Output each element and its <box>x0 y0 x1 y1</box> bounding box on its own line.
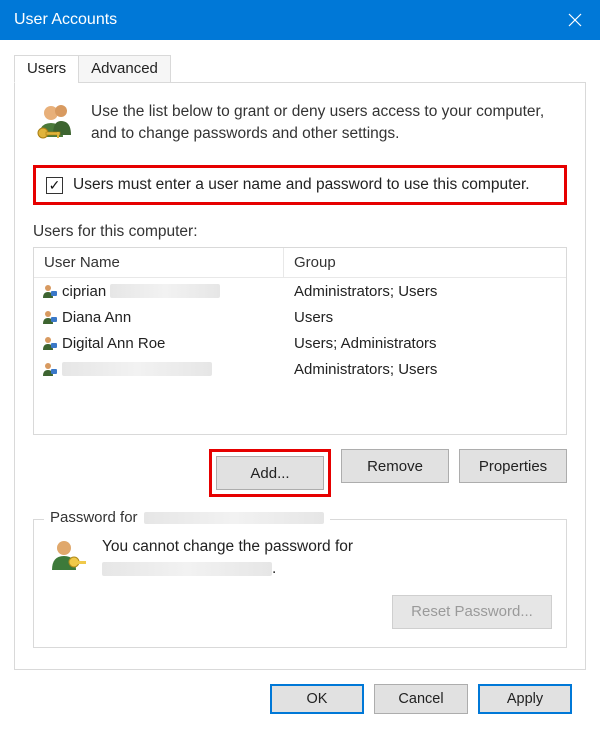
close-icon <box>568 13 582 27</box>
user-group: Administrators; Users <box>284 283 566 300</box>
intro-text: Use the list below to grant or deny user… <box>91 101 567 145</box>
tab-panel-users: Use the list below to grant or deny user… <box>14 82 586 670</box>
require-password-label: Users must enter a user name and passwor… <box>73 176 530 194</box>
user-group: Users <box>284 309 566 326</box>
cancel-button-label: Cancel <box>398 691 443 707</box>
user-group: Administrators; Users <box>284 361 566 378</box>
require-password-checkbox[interactable]: ✓ <box>46 177 63 194</box>
redacted-text <box>144 512 324 524</box>
table-row[interactable]: Diana Ann Users <box>34 304 566 330</box>
add-button-label: Add... <box>250 465 289 482</box>
window-title: User Accounts <box>14 11 550 29</box>
remove-button[interactable]: Remove <box>341 449 449 483</box>
column-header-username[interactable]: User Name <box>34 248 284 277</box>
add-button[interactable]: Add... <box>216 456 324 490</box>
user-name: Diana Ann <box>62 309 131 326</box>
properties-button-label: Properties <box>479 458 547 475</box>
cancel-button[interactable]: Cancel <box>374 684 468 714</box>
titlebar: User Accounts <box>0 0 600 40</box>
users-keys-icon <box>33 101 77 145</box>
tab-users-label: Users <box>27 60 66 77</box>
reset-password-button: Reset Password... <box>392 595 552 629</box>
intro-block: Use the list below to grant or deny user… <box>33 101 567 145</box>
password-groupbox: Password for You cannot change the passw… <box>33 519 567 648</box>
users-list-header: User Name Group <box>34 248 566 278</box>
password-message-suffix: . <box>272 560 276 577</box>
users-list-label: Users for this computer: <box>33 223 567 241</box>
table-row[interactable]: Digital Ann Roe Users; Administrators <box>34 330 566 356</box>
password-message-line1: You cannot change the password for <box>102 538 353 555</box>
ok-button[interactable]: OK <box>270 684 364 714</box>
remove-button-label: Remove <box>367 458 423 475</box>
user-icon <box>42 335 58 351</box>
ok-button-label: OK <box>307 691 328 707</box>
tab-advanced-label: Advanced <box>91 60 158 77</box>
user-icon <box>42 283 58 299</box>
redacted-text <box>62 362 212 376</box>
user-name: Digital Ann Roe <box>62 335 165 352</box>
tab-users[interactable]: Users <box>14 55 79 83</box>
user-icon <box>42 309 58 325</box>
redacted-text <box>102 562 272 576</box>
table-row[interactable]: ciprian Administrators; Users <box>34 278 566 304</box>
password-message: You cannot change the password for . <box>102 536 353 581</box>
add-button-highlight: Add... <box>209 449 331 497</box>
table-row[interactable]: Administrators; Users <box>34 356 566 382</box>
user-name: ciprian <box>62 283 106 300</box>
users-list: User Name Group ciprian Administrators; … <box>33 247 567 435</box>
close-button[interactable] <box>550 0 600 40</box>
apply-button[interactable]: Apply <box>478 684 572 714</box>
user-key-icon <box>48 536 88 579</box>
password-legend-prefix: Password for <box>50 509 138 526</box>
reset-password-label: Reset Password... <box>411 603 533 620</box>
column-header-group[interactable]: Group <box>284 248 566 277</box>
apply-button-label: Apply <box>507 691 543 707</box>
password-groupbox-legend: Password for <box>44 509 330 526</box>
require-password-row-highlight: ✓ Users must enter a user name and passw… <box>33 165 567 205</box>
user-action-buttons: Add... Remove Properties <box>33 449 567 497</box>
tab-strip: Users Advanced <box>14 55 586 83</box>
redacted-text <box>110 284 220 298</box>
properties-button[interactable]: Properties <box>459 449 567 483</box>
tab-advanced[interactable]: Advanced <box>78 55 171 83</box>
dialog-button-row: OK Cancel Apply <box>14 670 586 714</box>
user-group: Users; Administrators <box>284 335 566 352</box>
user-icon <box>42 361 58 377</box>
